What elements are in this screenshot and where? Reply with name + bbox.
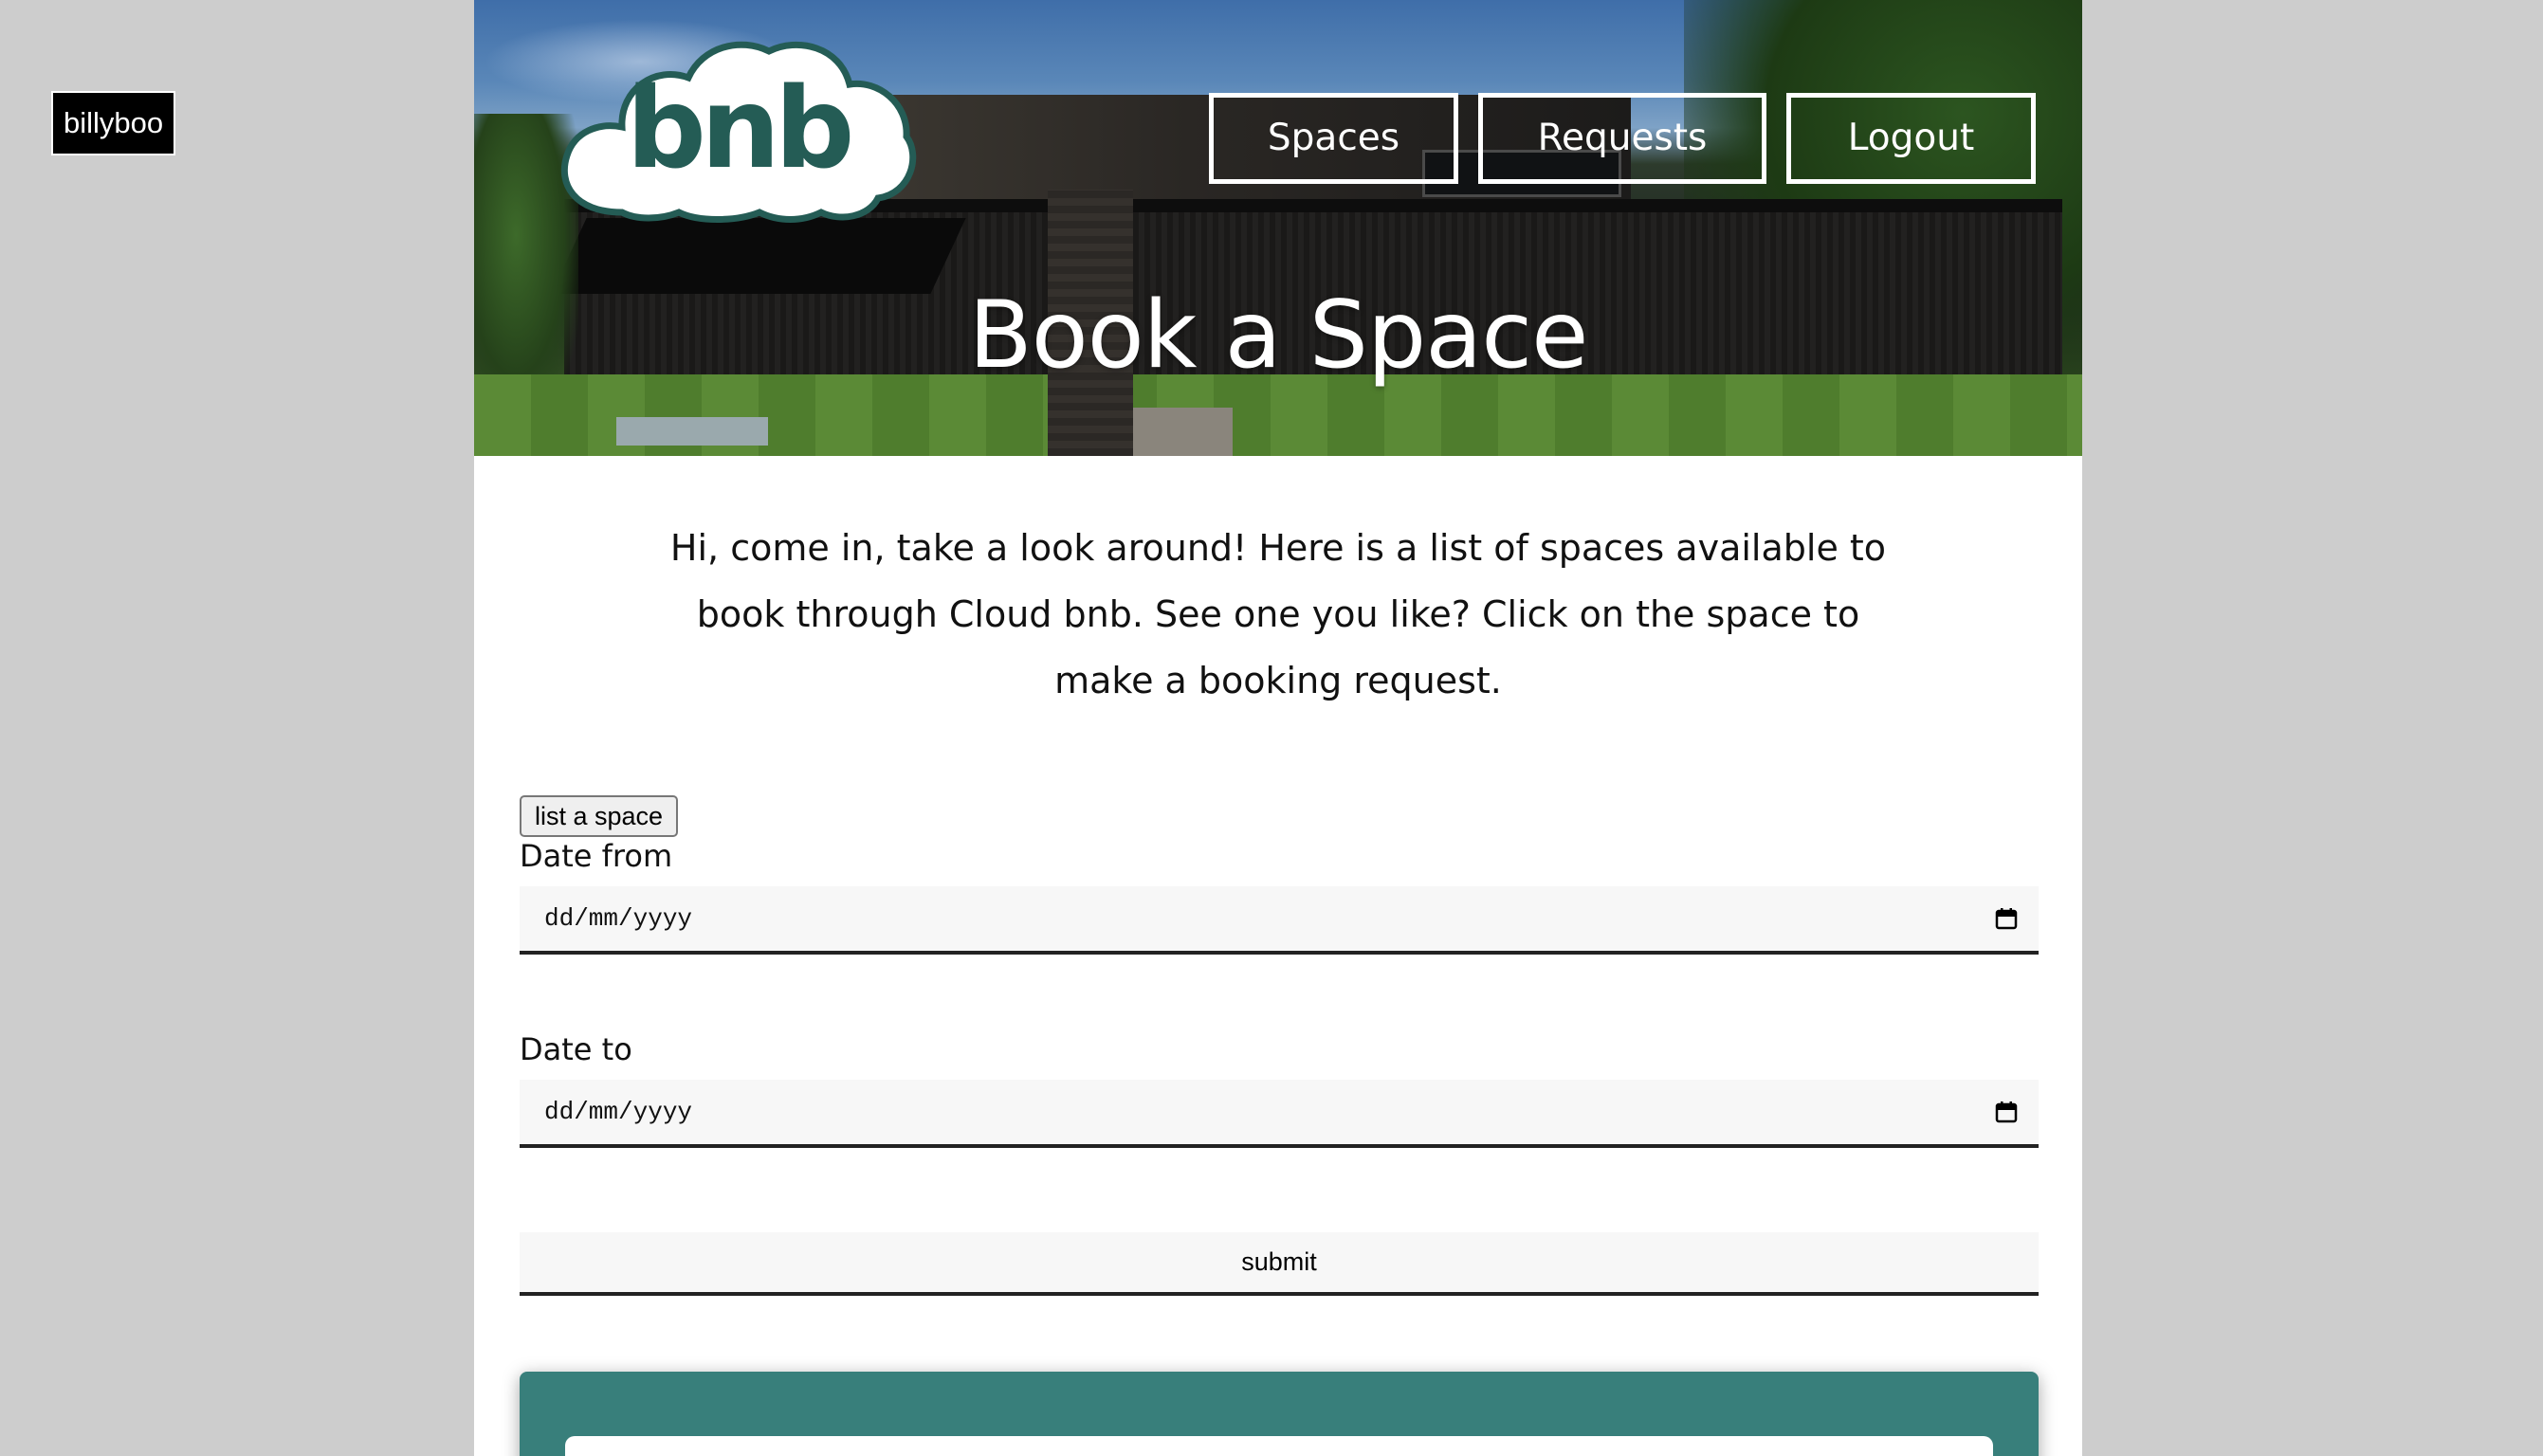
logo[interactable]: bnb xyxy=(556,32,920,224)
list-space-button[interactable]: list a space xyxy=(520,795,679,837)
space-card[interactable] xyxy=(565,1436,1993,1456)
spaces-list-panel xyxy=(520,1372,2039,1456)
logo-text: bnb xyxy=(626,63,855,193)
calendar-icon[interactable] xyxy=(1995,907,2018,930)
date-from-placeholder: dd/mm/yyyy xyxy=(544,904,693,933)
date-to-input[interactable]: dd/mm/yyyy xyxy=(520,1080,2039,1148)
nav-logout-button[interactable]: Logout xyxy=(1786,93,2036,184)
nav-spaces-button[interactable]: Spaces xyxy=(1209,93,1458,184)
hero-house-shadow xyxy=(551,218,966,294)
intro-text: Hi, come in, take a look around! Here is… xyxy=(669,527,1887,701)
hero-pond xyxy=(616,417,768,446)
nav-requests-button[interactable]: Requests xyxy=(1478,93,1766,184)
date-to-label: Date to xyxy=(520,1031,632,1067)
date-from-input[interactable]: dd/mm/yyyy xyxy=(520,886,2039,955)
date-to-placeholder: dd/mm/yyyy xyxy=(544,1098,693,1126)
calendar-icon[interactable] xyxy=(1995,1101,2018,1123)
page-container: bnb Spaces Requests Logout Book a Space … xyxy=(474,0,2082,1456)
hero-banner: bnb Spaces Requests Logout Book a Space xyxy=(474,0,2082,456)
user-badge: billyboo xyxy=(51,91,176,155)
submit-button[interactable]: submit xyxy=(520,1232,2039,1296)
page-title: Book a Space xyxy=(968,282,1589,390)
date-from-label: Date from xyxy=(520,838,673,874)
